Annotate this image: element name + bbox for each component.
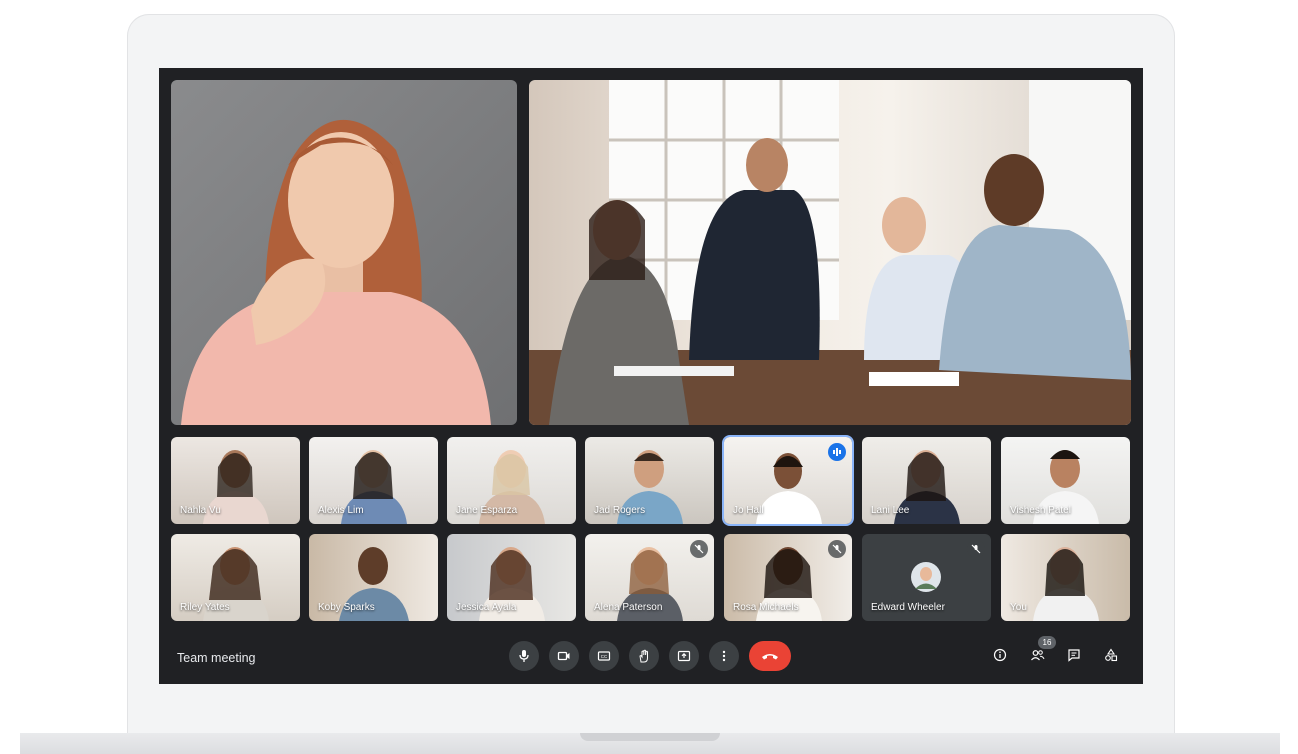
participant-name: Edward Wheeler [871, 602, 945, 613]
end-call-icon [762, 654, 778, 660]
participant-name: Jo Hall [733, 505, 764, 516]
participant-tile[interactable]: Koby Sparks [309, 534, 438, 621]
participant-tile-active-speaker[interactable]: Jo Hall [724, 437, 852, 524]
more-options-button[interactable] [709, 641, 739, 671]
captions-icon: CC [597, 651, 611, 661]
activities-icon [1105, 648, 1118, 662]
mic-off-icon [828, 540, 846, 558]
participant-name: Jane Esparza [456, 505, 518, 516]
participant-tile[interactable]: Nahla Vu [171, 437, 300, 524]
people-icon [1030, 650, 1044, 661]
participant-tile[interactable]: Alexis Lim [309, 437, 438, 524]
mic-button[interactable] [509, 641, 539, 671]
people-button[interactable]: 16 [1024, 636, 1056, 668]
participant-name: Alexis Lim [318, 505, 364, 516]
present-icon [677, 650, 691, 662]
laptop-base [20, 733, 1280, 754]
main-tile-presenter[interactable] [171, 80, 517, 425]
camera-icon [557, 651, 570, 661]
participant-tile[interactable]: Rosa Michaels [724, 534, 852, 621]
captions-button[interactable]: CC [589, 641, 619, 671]
participant-tile[interactable]: Jad Rogers [585, 437, 714, 524]
participant-name: Nahla Vu [180, 505, 221, 516]
participant-name: Jessica Ayala [456, 602, 517, 613]
mic-icon [519, 650, 529, 662]
participant-name: Alena Paterson [594, 602, 663, 613]
meeting-details-button[interactable] [987, 642, 1013, 668]
info-icon [993, 648, 1007, 662]
participant-name: Jad Rogers [594, 505, 646, 516]
participant-tile[interactable]: Vishesh Patel [1001, 437, 1130, 524]
participant-tile[interactable]: Alena Paterson [585, 534, 714, 621]
chat-icon [1068, 649, 1080, 662]
participant-tile[interactable]: Jessica Ayala [447, 534, 576, 621]
end-call-button[interactable] [749, 641, 791, 671]
camera-button[interactable] [549, 641, 579, 671]
participant-tile-self[interactable]: You [1001, 534, 1130, 621]
raise-hand-button[interactable] [629, 641, 659, 671]
mic-off-icon [967, 540, 985, 558]
participant-tile-camera-off[interactable]: Edward Wheeler [862, 534, 991, 621]
main-tile-room[interactable] [529, 80, 1131, 425]
participant-tile[interactable]: Jane Esparza [447, 437, 576, 524]
presenter-figure [181, 119, 491, 425]
meeting-control-bar: Team meeting CC 16 [159, 634, 1143, 684]
more-options-icon [722, 650, 726, 662]
participant-name: Koby Sparks [318, 602, 375, 613]
speaking-indicator-icon [828, 443, 846, 461]
present-button[interactable] [669, 641, 699, 671]
mic-off-icon [690, 540, 708, 558]
room-scene [529, 80, 1131, 425]
raise-hand-icon [639, 649, 648, 663]
participant-avatar [911, 562, 941, 592]
participant-name: Riley Yates [180, 602, 230, 613]
chat-button[interactable] [1061, 642, 1087, 668]
participant-name: You [1010, 602, 1027, 613]
meet-screen: Nahla Vu Alexis Lim Jane Esparza Jad Rog… [159, 68, 1143, 684]
participant-count-badge: 16 [1038, 636, 1056, 649]
participant-name: Vishesh Patel [1010, 505, 1071, 516]
meeting-title: Team meeting [177, 651, 256, 665]
participant-name: Lani Lee [871, 505, 910, 516]
participant-tile[interactable]: Riley Yates [171, 534, 300, 621]
svg-text:CC: CC [601, 654, 608, 659]
participant-name: Rosa Michaels [733, 602, 799, 613]
participant-tile[interactable]: Lani Lee [862, 437, 991, 524]
activities-button[interactable] [1098, 642, 1124, 668]
